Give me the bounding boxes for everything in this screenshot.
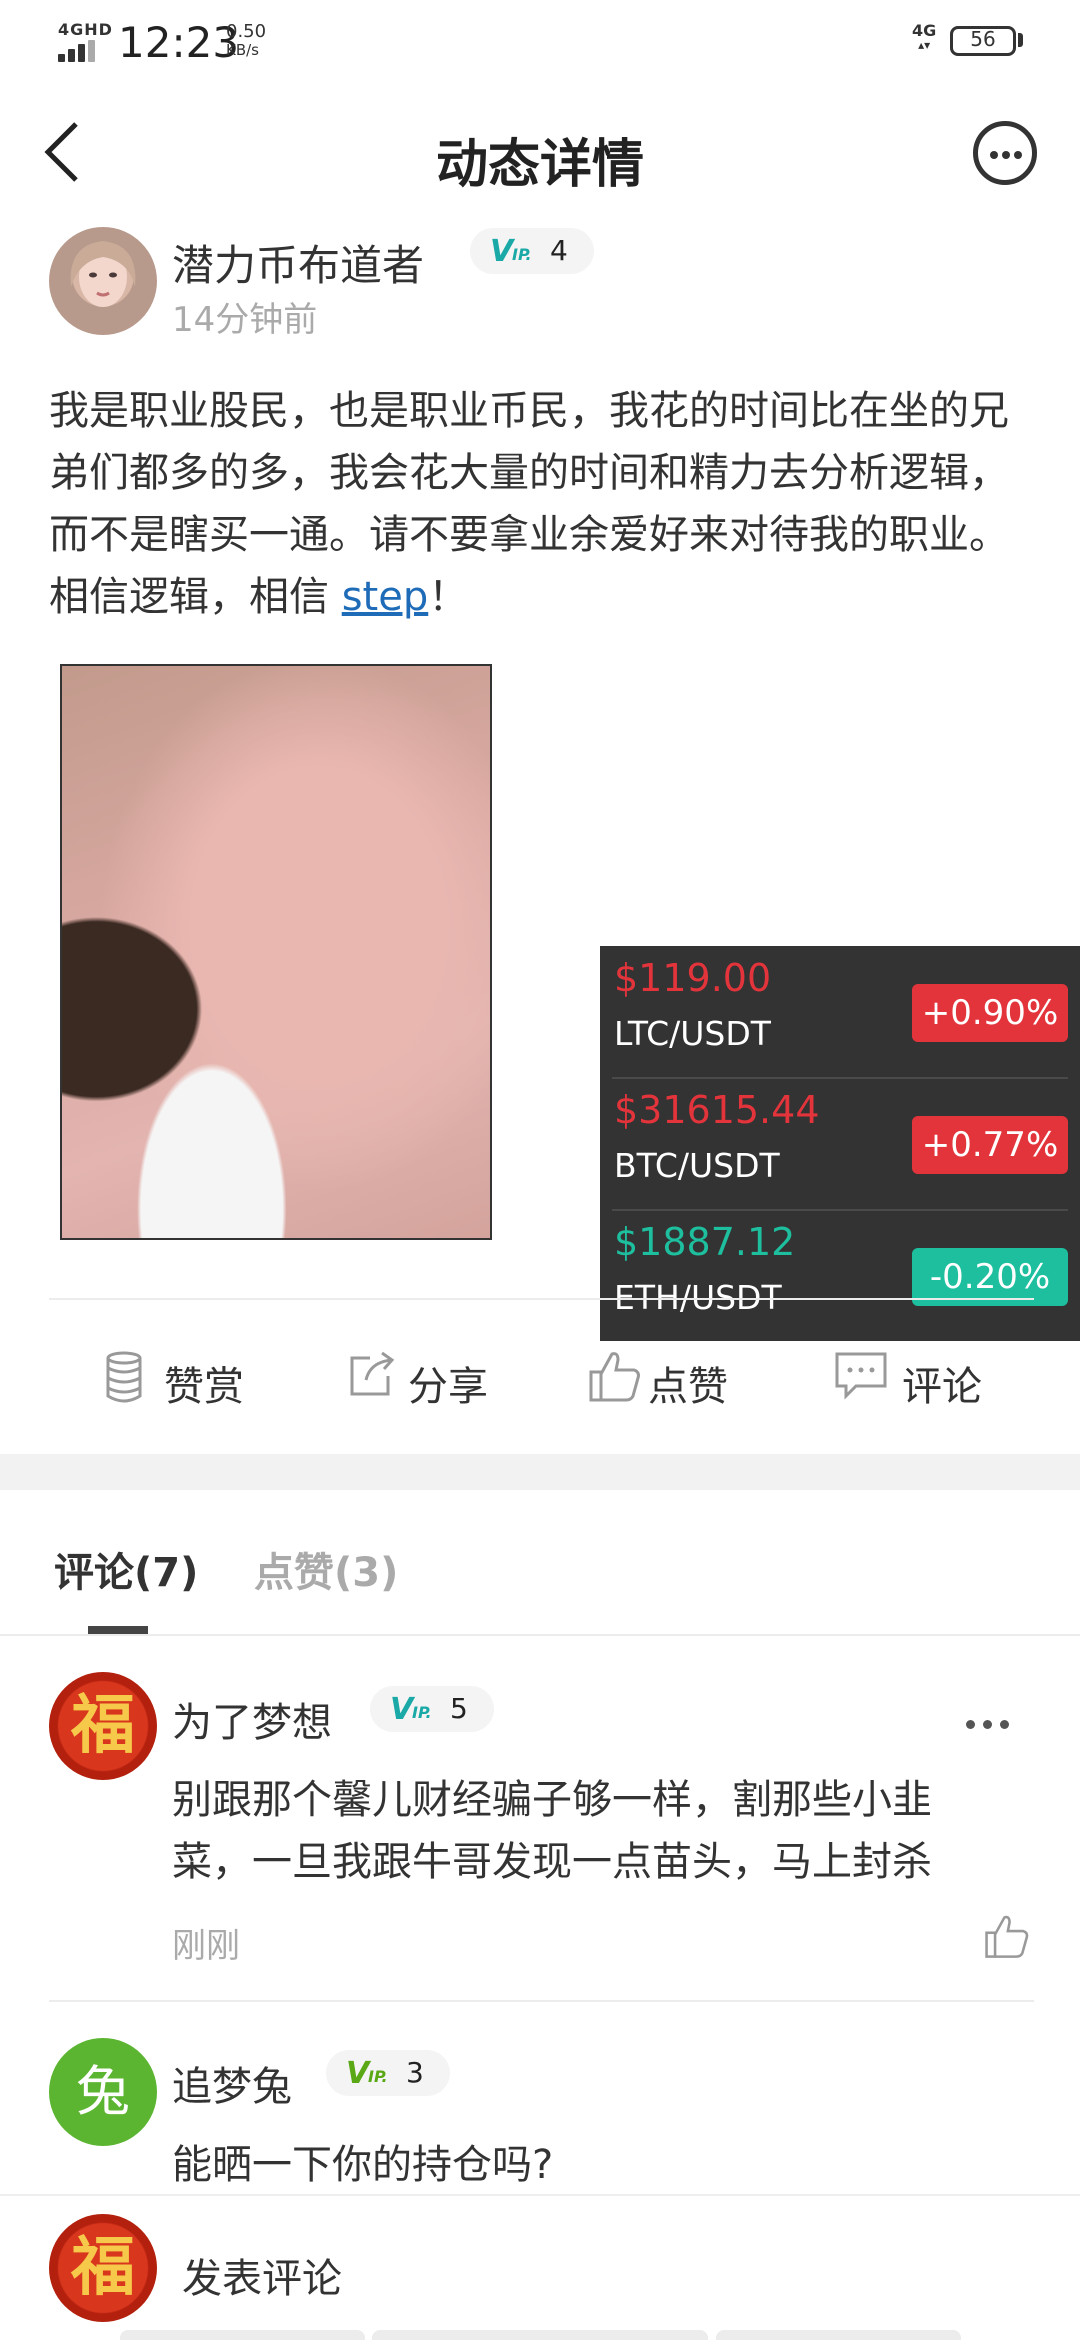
reward-label: 赞赏 (164, 1364, 244, 1410)
vip-level: 3 (406, 2056, 424, 2089)
author-name[interactable]: 潜力币布道者 (172, 232, 424, 293)
ticker-price: $1887.12 (614, 1220, 796, 1264)
battery-cap (1018, 33, 1023, 47)
commenter-name[interactable]: 为了梦想 (172, 1690, 332, 1748)
divider (49, 2000, 1034, 2002)
commenter-avatar[interactable]: 兔 (49, 2038, 157, 2146)
avatar-fu-glyph: 福 (71, 2230, 135, 2305)
vip-ip: IP. (512, 245, 532, 264)
divider (49, 1298, 1034, 1300)
tab-indicator (88, 1626, 148, 1634)
ticker-pair: BTC/USDT (614, 1146, 780, 1185)
vip-ip: IP. (368, 2067, 388, 2086)
post-image[interactable] (60, 664, 492, 1240)
tab-likes[interactable]: 点赞(3) (254, 1540, 398, 1598)
comment-time: 刚刚 (172, 1926, 240, 1966)
keyboard-suggestion (716, 2330, 961, 2340)
ticker-price: $119.00 (614, 956, 772, 1000)
author-avatar[interactable] (49, 227, 157, 335)
ticker-pair: LTC/USDT (614, 1014, 771, 1053)
network-type: 4G (912, 21, 937, 40)
share-icon (350, 1351, 395, 1396)
vip-badge: V IP. 4 (470, 228, 594, 274)
ticker-row-ltc[interactable]: $119.00 LTC/USDT +0.90% (600, 946, 1080, 1078)
mobile-data-icon: 4G ▴▾ (912, 21, 937, 53)
page-title: 动态详情 (435, 135, 644, 195)
vip-v: V (390, 1692, 414, 1727)
keyboard-suggestion (120, 2330, 365, 2340)
commenter-name[interactable]: 追梦兔 (172, 2054, 292, 2112)
comment-button[interactable]: 评论 (834, 1346, 1004, 1416)
speed-value: 0.50 (226, 21, 267, 42)
post-text-main: 我是职业股民，也是职业币民，我花的时间比在坐的兄弟们都多的多，我会花大量的时间和… (49, 388, 1009, 620)
battery-icon: 56 (950, 26, 1016, 56)
divider (0, 1634, 1080, 1636)
post-text-end: ！ (428, 574, 469, 620)
thumbs-up-icon (589, 1352, 640, 1402)
comment-more-icon[interactable] (966, 1718, 1010, 1730)
ticker-change: +0.77% (912, 1116, 1068, 1174)
price-ticker[interactable]: $119.00 LTC/USDT +0.90% $31615.44 BTC/US… (600, 946, 1080, 1341)
post-text: 我是职业股民，也是职业币民，我花的时间比在坐的兄弟们都多的多，我会花大量的时间和… (49, 380, 1034, 628)
step-link[interactable]: step (342, 574, 429, 620)
share-label: 分享 (408, 1364, 488, 1410)
network-indicator: 4GHD (58, 20, 113, 39)
commenter-avatar[interactable]: 福 (49, 1672, 157, 1780)
vip-v: V (490, 234, 514, 269)
reward-button[interactable]: 赞赏 (104, 1346, 274, 1416)
comment-label: 评论 (902, 1364, 982, 1410)
comment-input[interactable]: 发表评论 (182, 2246, 342, 2304)
vip-level: 4 (550, 234, 568, 267)
ticker-row-eth[interactable]: $1887.12 ETH/USDT -0.20% (600, 1210, 1080, 1342)
keyboard-suggestion (372, 2330, 708, 2340)
ticker-change: +0.90% (912, 984, 1068, 1042)
post-time: 14分钟前 (172, 300, 318, 340)
share-button[interactable]: 分享 (348, 1346, 518, 1416)
coins-icon (106, 1351, 142, 1403)
comment-text: 别跟那个馨儿财经骗子够一样，割那些小韭菜，一旦我跟牛哥发现一点苗头，马上封杀 (172, 1777, 932, 1885)
speed-unit: KB/s (226, 41, 259, 59)
comment-like-icon[interactable] (984, 1914, 1030, 1960)
battery-level: 56 (970, 27, 996, 51)
vip-level: 5 (450, 1692, 468, 1725)
status-bar: 4GHD 12:23 0.50 KB/s 4G ▴▾ 56 (0, 0, 1080, 90)
comment-text: 能晒一下你的持仓吗? (172, 2142, 554, 2188)
avatar-fu-glyph: 福 (71, 1688, 135, 1763)
my-avatar[interactable]: 福 (49, 2214, 157, 2322)
comment-icon (835, 1352, 887, 1400)
like-label: 点赞 (648, 1364, 728, 1410)
signal-icon (58, 40, 106, 62)
vip-v: V (346, 2056, 370, 2091)
avatar-rabbit-glyph: 兔 (76, 2060, 130, 2123)
comment-bar (0, 2194, 1080, 2342)
ticker-row-btc[interactable]: $31615.44 BTC/USDT +0.77% (600, 1078, 1080, 1210)
network-speed: 0.50 KB/s (226, 22, 266, 60)
vip-badge: V IP. 3 (326, 2050, 450, 2096)
like-button[interactable]: 点赞 (588, 1346, 758, 1416)
vip-badge: V IP. 5 (370, 1686, 494, 1732)
tab-comments[interactable]: 评论(7) (54, 1540, 198, 1598)
status-time: 12:23 (118, 18, 240, 67)
more-options-icon[interactable] (973, 121, 1037, 185)
ticker-price: $31615.44 (614, 1088, 820, 1132)
vip-ip: IP. (412, 1703, 432, 1722)
section-gap (0, 1454, 1080, 1490)
